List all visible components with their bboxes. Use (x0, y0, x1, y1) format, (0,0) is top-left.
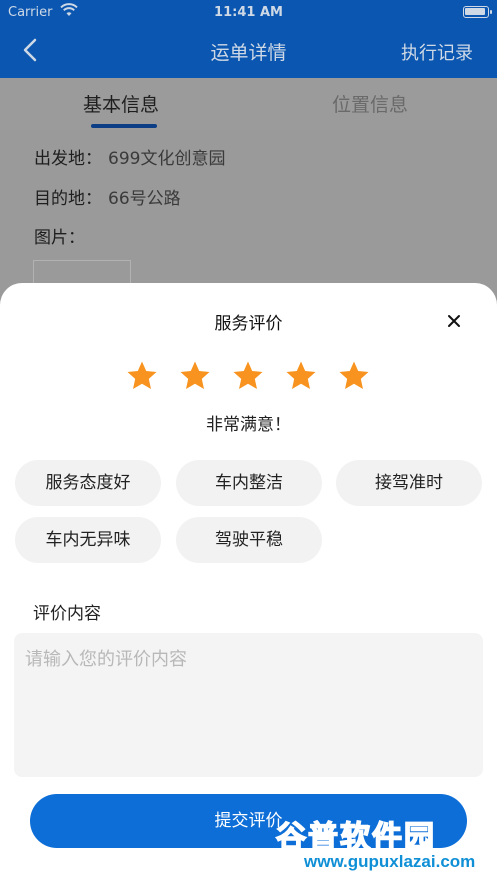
origin-value: 699文化创意园 (108, 149, 226, 169)
destination-row: 目的地： 66号公路 (34, 184, 181, 209)
destination-label: 目的地： (34, 189, 102, 209)
tag-chip[interactable]: 车内无异味 (15, 517, 161, 563)
images-label: 图片： (34, 228, 85, 248)
watermark-url: www.gupuxlazai.com (304, 852, 476, 871)
tag-chip[interactable]: 服务态度好 (15, 460, 161, 506)
status-bar: Carrier 11:41 AM (0, 0, 497, 26)
sheet-title: 服务评价 (214, 314, 283, 334)
comment-input[interactable] (14, 633, 483, 777)
star-icon[interactable] (232, 360, 264, 392)
active-tab-indicator (91, 124, 157, 128)
star-icon[interactable] (338, 360, 370, 392)
star-icon[interactable] (126, 360, 158, 392)
close-icon[interactable] (446, 313, 462, 329)
watermark-text: 谷普软件园 (275, 819, 436, 856)
waybill-details: 出发地： 699文化创意园 目的地： 66号公路 图片： (0, 130, 497, 300)
execution-log-link[interactable]: 执行记录 (401, 39, 473, 65)
star-icon[interactable] (179, 360, 211, 392)
navigation-bar: Carrier 11:41 AM 运单详情 执行记录 (0, 0, 497, 78)
tab-bar: 基本信息 位置信息 (0, 78, 497, 130)
tag-chip[interactable]: 驾驶平稳 (176, 517, 322, 563)
rating-text: 非常满意！ (206, 415, 291, 435)
tab-basic-info[interactable]: 基本信息 (83, 90, 159, 117)
star-icon[interactable] (285, 360, 317, 392)
tag-chip[interactable]: 车内整洁 (176, 460, 322, 506)
origin-row: 出发地： 699文化创意园 (34, 144, 225, 169)
rating-sheet: 服务评价 非常满意！ 服务态度好 车内整洁 接驾准时 车内无异味 驾驶平稳 评价… (0, 283, 497, 883)
battery-icon (463, 6, 492, 18)
images-row: 图片： (34, 223, 85, 248)
comment-label: 评价内容 (33, 604, 101, 624)
origin-label: 出发地： (34, 149, 102, 169)
watermark-logo: 谷普软件园 www.gupuxlazai.com (270, 808, 497, 883)
tab-location-info[interactable]: 位置信息 (332, 90, 408, 117)
clock: 11:41 AM (214, 5, 283, 20)
destination-value: 66号公路 (108, 189, 181, 209)
tag-chip[interactable]: 接驾准时 (336, 460, 482, 506)
